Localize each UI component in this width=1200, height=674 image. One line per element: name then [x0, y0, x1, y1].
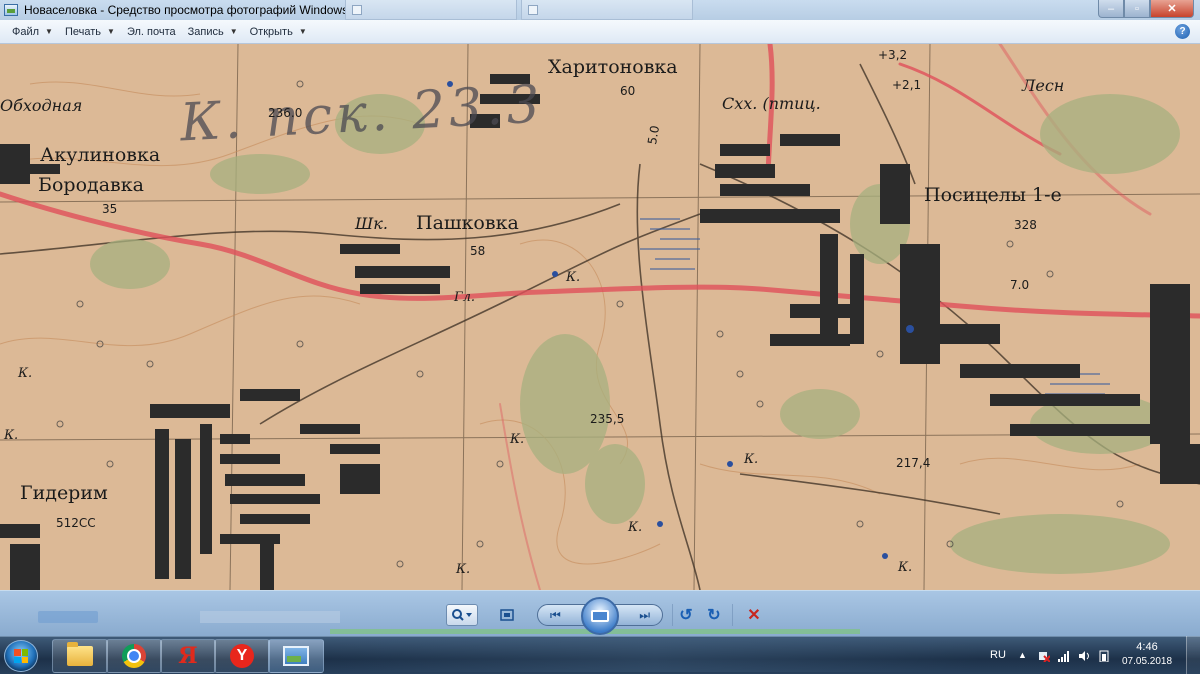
map-label-pashkovka: Пашковка	[416, 212, 519, 234]
taskbar-photo-viewer[interactable]	[268, 639, 324, 673]
clock-date: 07.05.2018	[1122, 656, 1173, 667]
tray-expand-icon[interactable]: ▲	[1018, 636, 1027, 674]
taskbar-yandex-browser[interactable]: Y	[214, 639, 270, 673]
map-label-k4: К.	[744, 452, 759, 467]
map-label-kharitonovka: Харитоновка	[548, 56, 678, 78]
window-title: Новаселовка - Средство просмотра фотогра…	[24, 3, 349, 17]
menu-print[interactable]: Печать ▼	[65, 26, 115, 38]
network-signal-icon[interactable]	[1058, 650, 1070, 662]
map-label-k7: К.	[898, 560, 913, 575]
menu-file-label: Файл	[12, 25, 40, 38]
map-label-elev-2360: 236.0	[268, 106, 303, 120]
photo-viewer-app-icon	[4, 4, 18, 16]
taskbar-chrome[interactable]	[106, 639, 162, 673]
taskbar-yandex[interactable]: Я	[160, 639, 216, 673]
menu-burn[interactable]: Запись ▼	[188, 26, 238, 38]
battery-icon[interactable]	[1098, 650, 1110, 662]
volume-icon[interactable]	[1078, 650, 1090, 662]
map-label-elev-32: +3,2	[878, 48, 908, 62]
close-button[interactable]: ✕	[1150, 0, 1194, 18]
photo-viewer-icon	[283, 646, 309, 666]
chrome-icon	[122, 644, 146, 668]
clock-time: 4:46	[1136, 641, 1158, 653]
actual-size-button[interactable]	[496, 604, 518, 626]
map-label-obkhodnaya: Обходная	[0, 96, 83, 115]
menu-open[interactable]: Открыть ▼	[250, 26, 307, 38]
maximize-button[interactable]: ▫	[1124, 0, 1150, 18]
map-label-elev-2174: 217,4	[896, 456, 931, 470]
background-ghost-element	[200, 611, 340, 623]
next-button[interactable]: ⏭	[639, 608, 650, 623]
page-icon	[528, 4, 538, 15]
system-clock[interactable]: 4:46 07.05.2018	[1122, 640, 1172, 669]
map-label-akulinovka: Акулиновка	[40, 144, 161, 166]
map-label-k5: К.	[628, 520, 643, 535]
map-label-posicely: Посицелы 1-е	[924, 184, 1062, 206]
map-label-elev-2355: 235,5	[590, 412, 625, 426]
slideshow-button[interactable]	[581, 597, 619, 635]
taskbar-file-explorer[interactable]	[52, 639, 108, 673]
map-label-k8: К.	[4, 428, 19, 443]
menu-email[interactable]: Эл. почта	[127, 26, 176, 38]
menu-bar: Файл ▼ Печать ▼ Эл. почта Запись ▼ Открыть ▼…	[0, 20, 1200, 44]
separator	[732, 604, 733, 626]
contour-lines	[0, 81, 1141, 565]
page-icon	[352, 4, 362, 15]
show-desktop-button[interactable]	[1186, 636, 1200, 674]
map-label-elev-60: 60	[620, 84, 636, 98]
menu-email-label: Эл. почта	[126, 25, 176, 38]
map-label-elev-512cc: 512СС	[56, 516, 96, 530]
menu-file[interactable]: Файл ▼	[12, 26, 53, 38]
map-label-elev-328: 328	[1014, 218, 1037, 232]
action-center-icon[interactable]	[1038, 650, 1050, 662]
map-label-k3: К.	[510, 432, 525, 447]
map-label-gyderim: Гидерим	[20, 482, 108, 504]
start-button[interactable]	[4, 640, 38, 672]
menu-open-label: Открыть	[249, 25, 293, 38]
map-label-elev-35: 35	[102, 202, 118, 216]
map-label-k2: К.	[18, 366, 33, 381]
rotate-cw-button[interactable]: ↻	[704, 605, 724, 625]
chevron-down-icon: ▼	[45, 27, 53, 36]
separator	[672, 604, 673, 626]
magnifier-icon	[452, 609, 472, 621]
language-indicator[interactable]: RU	[990, 636, 1006, 674]
slideshow-icon	[591, 610, 609, 622]
help-icon[interactable]: ?	[1175, 24, 1190, 39]
previous-button[interactable]: ⏮	[550, 608, 561, 623]
map-label-borodavka: Бородавка	[38, 174, 144, 196]
menu-print-label: Печать	[64, 25, 102, 38]
photo-display-area[interactable]: К. пск. 23.3 Обходная Акулиновка Бородав…	[0, 44, 1200, 590]
menu-burn-label: Запись	[187, 25, 224, 38]
map-label-elev-58: 58	[470, 244, 486, 258]
delete-button[interactable]: ✕	[744, 605, 764, 625]
chevron-down-icon: ▼	[229, 27, 238, 36]
map-label-k1: К.	[566, 270, 581, 285]
map-label-skh: Схх. (птиц.	[722, 94, 821, 113]
background-tab-2[interactable]	[521, 0, 693, 20]
window-controls: – ▫ ✕	[1098, 0, 1194, 18]
chevron-down-icon: ▼	[298, 27, 307, 36]
title-bar: Новаселовка - Средство просмотра фотогра…	[0, 0, 1200, 20]
chevron-down-icon: ▼	[107, 27, 115, 36]
map-label-lesn: Лесн	[1022, 76, 1065, 95]
background-window-tabs	[345, 0, 697, 20]
fit-window-icon	[500, 609, 514, 621]
map-label-k6: К.	[456, 562, 471, 577]
map-label-elev-70: 7.0	[1010, 278, 1030, 292]
yandex-browser-icon: Y	[230, 644, 254, 668]
background-tab-1[interactable]	[345, 0, 517, 20]
folder-icon	[67, 642, 93, 666]
map-label-shk: Шк.	[355, 214, 388, 233]
rotate-ccw-button[interactable]: ↺	[676, 605, 696, 625]
map-label-elev-21: +2,1	[892, 78, 922, 92]
minimize-button[interactable]: –	[1098, 0, 1124, 18]
yandex-icon: Я	[178, 643, 198, 669]
background-ghost-element	[38, 611, 98, 623]
taskbar-reflection	[330, 638, 980, 672]
zoom-button[interactable]	[446, 604, 478, 626]
windows-logo-icon	[14, 649, 28, 663]
map-label-gl: Гл.	[454, 290, 476, 305]
